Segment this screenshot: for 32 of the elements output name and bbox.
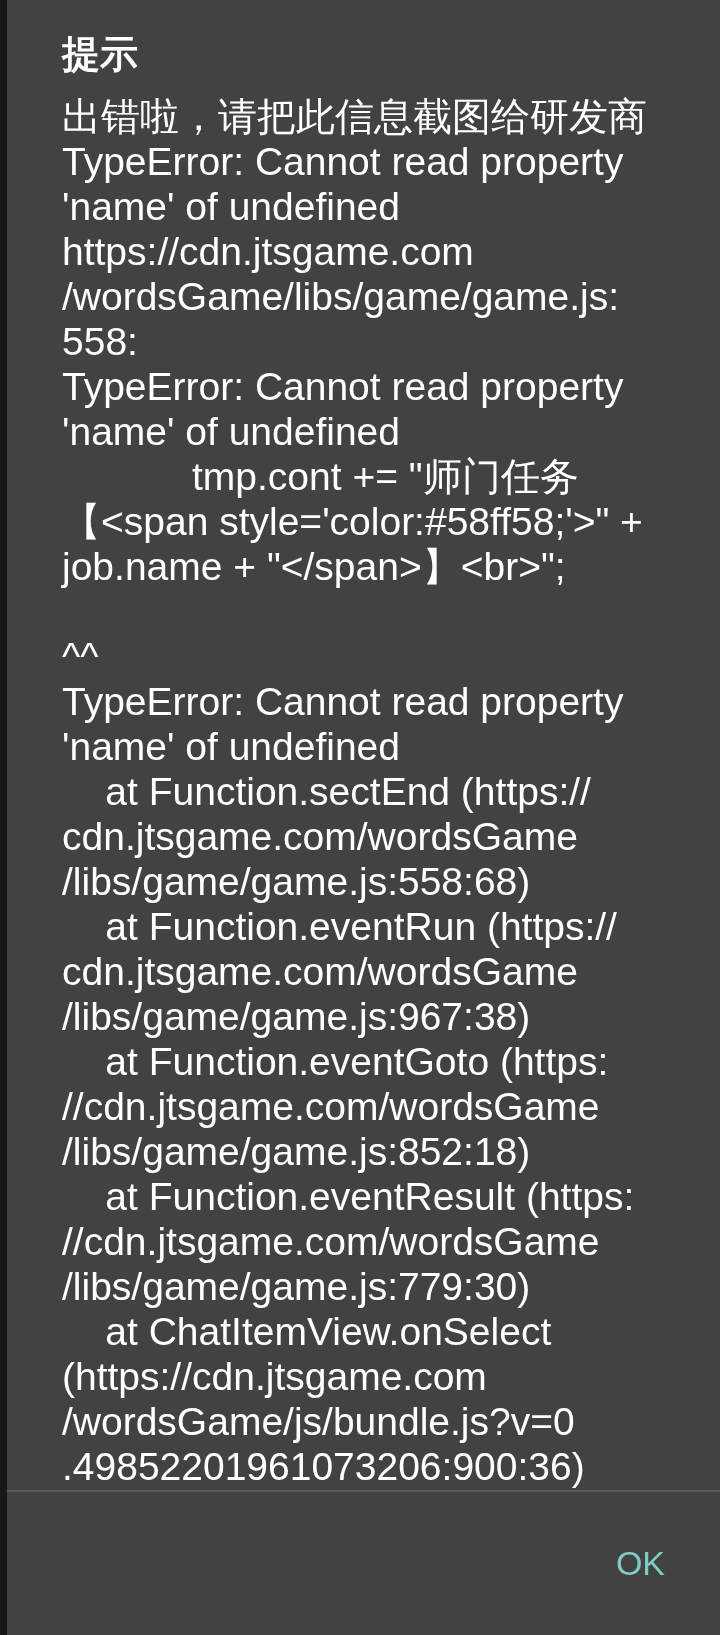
message-line: https://cdn.jtsgame.com — [62, 229, 474, 274]
message-line: cdn.jtsgame.com/wordsGame — [62, 814, 578, 859]
ok-button[interactable]: OK — [605, 1528, 675, 1599]
message-line: /wordsGame/js/bundle.js?v=0 — [62, 1399, 575, 1444]
message-line: TypeError: Cannot read property — [62, 364, 624, 409]
message-line: at Function.sectEnd (https:// — [104, 769, 591, 814]
message-line: /wordsGame/libs/game/game.js: — [62, 274, 620, 319]
message-line: at Function.eventGoto (https: — [104, 1039, 609, 1084]
message-line: /libs/game/game.js:779:30) — [62, 1264, 531, 1309]
message-line: //cdn.jtsgame.com/wordsGame — [62, 1219, 600, 1264]
dialog-title: 提示 — [62, 32, 139, 77]
message-line: /libs/game/game.js:852:18) — [62, 1129, 531, 1174]
message-line: 558: — [62, 319, 138, 364]
message-line: /libs/game/game.js:967:38) — [62, 994, 531, 1039]
message-line: .49852201961073206:900:36) — [62, 1444, 585, 1489]
message-line: /libs/game/game.js:558:68) — [62, 859, 531, 904]
message-line: 'name' of undefined — [62, 184, 400, 229]
message-line: TypeError: Cannot read property — [62, 679, 624, 724]
message-line: 出错啦，请把此信息截图给研发商 — [62, 94, 647, 139]
message-line: 【<span style='color:#58ff58;'>" + — [62, 499, 643, 544]
message-line: job.name + "</span>】<br>"; — [62, 544, 566, 589]
message-line: TypeError: Cannot read property — [62, 139, 624, 184]
message-line: 'name' of undefined — [62, 409, 400, 454]
message-line: //cdn.jtsgame.com/wordsGame — [62, 1084, 600, 1129]
message-line: 'name' of undefined — [62, 724, 400, 769]
message-line: at ChatItemView.onSelect — [104, 1309, 552, 1354]
message-line: ^^ — [62, 634, 99, 679]
message-line: at Function.eventResult (https: — [104, 1174, 635, 1219]
message-line: cdn.jtsgame.com/wordsGame — [62, 949, 578, 994]
message-line: at Function.eventRun (https:// — [104, 904, 617, 949]
message-line: (https://cdn.jtsgame.com — [62, 1354, 487, 1399]
message-line: tmp.cont += "师门任务 — [191, 454, 579, 499]
